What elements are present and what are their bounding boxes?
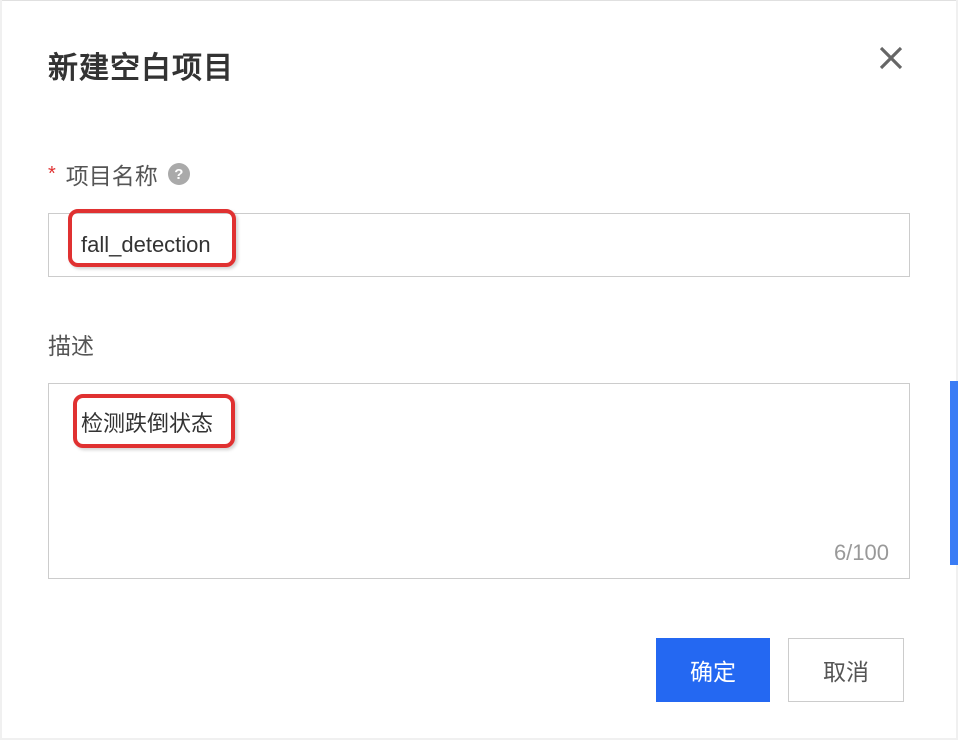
confirm-button[interactable]: 确定 [656,638,770,702]
project-name-input-wrapper [48,213,910,277]
required-mark: * [48,163,56,186]
modal-footer: 确定 取消 [656,638,904,702]
description-label-row: 描述 [48,327,910,361]
description-label: 描述 [48,327,94,361]
help-icon[interactable]: ? [168,163,190,185]
cancel-button[interactable]: 取消 [788,638,904,702]
right-edge-stripe [950,381,958,565]
project-name-input[interactable] [48,213,910,277]
modal-title: 新建空白项目 [48,43,234,87]
modal-header: 新建空白项目 [48,43,910,87]
description-group: 描述 6/100 [48,327,910,579]
project-name-label: 项目名称 [66,157,158,191]
close-icon [876,43,906,73]
new-blank-project-modal: 新建空白项目 * 项目名称 ? 描述 6/100 确定 取消 [2,0,956,738]
project-name-label-row: * 项目名称 ? [48,157,910,191]
description-wrapper: 6/100 [48,383,910,579]
close-button[interactable] [872,39,910,82]
project-name-group: * 项目名称 ? [48,157,910,277]
description-input[interactable] [49,384,909,578]
char-counter: 6/100 [834,540,889,566]
